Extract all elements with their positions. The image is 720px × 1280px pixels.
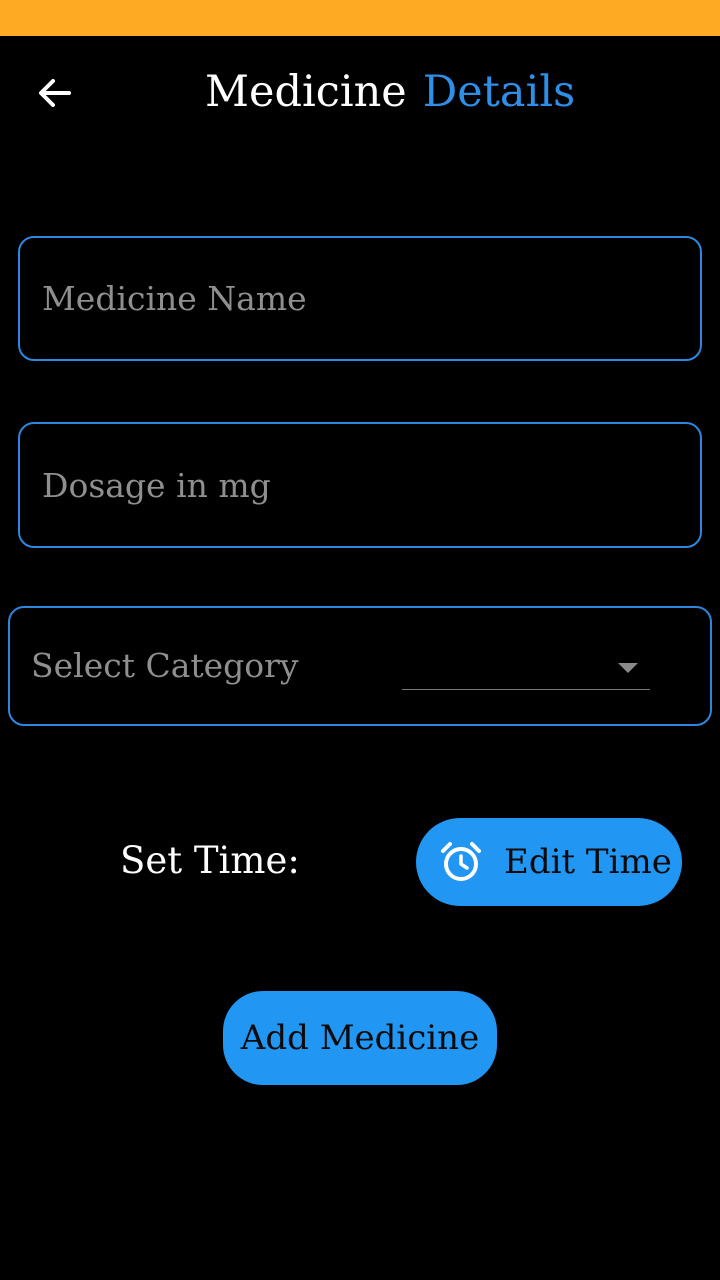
medicine-name-field [18,236,702,361]
add-medicine-button[interactable]: Add Medicine [223,991,497,1085]
title-word-details: Details [422,67,576,117]
category-dropdown[interactable] [402,644,650,690]
title-word-medicine: Medicine [205,67,407,117]
alarm-clock-icon [441,842,481,881]
status-bar [0,0,720,36]
set-time-label: Set Time: [120,839,300,882]
page-title: Medicine Details [0,62,720,122]
caret-down-icon [618,663,638,673]
dosage-field [18,422,702,548]
medicine-name-input[interactable] [42,238,678,359]
category-label: Select Category [31,646,299,685]
edit-time-label: Edit Time [504,842,672,882]
edit-time-button[interactable]: Edit Time [416,818,682,906]
category-field: Select Category [8,606,712,726]
dosage-input[interactable] [42,424,678,546]
